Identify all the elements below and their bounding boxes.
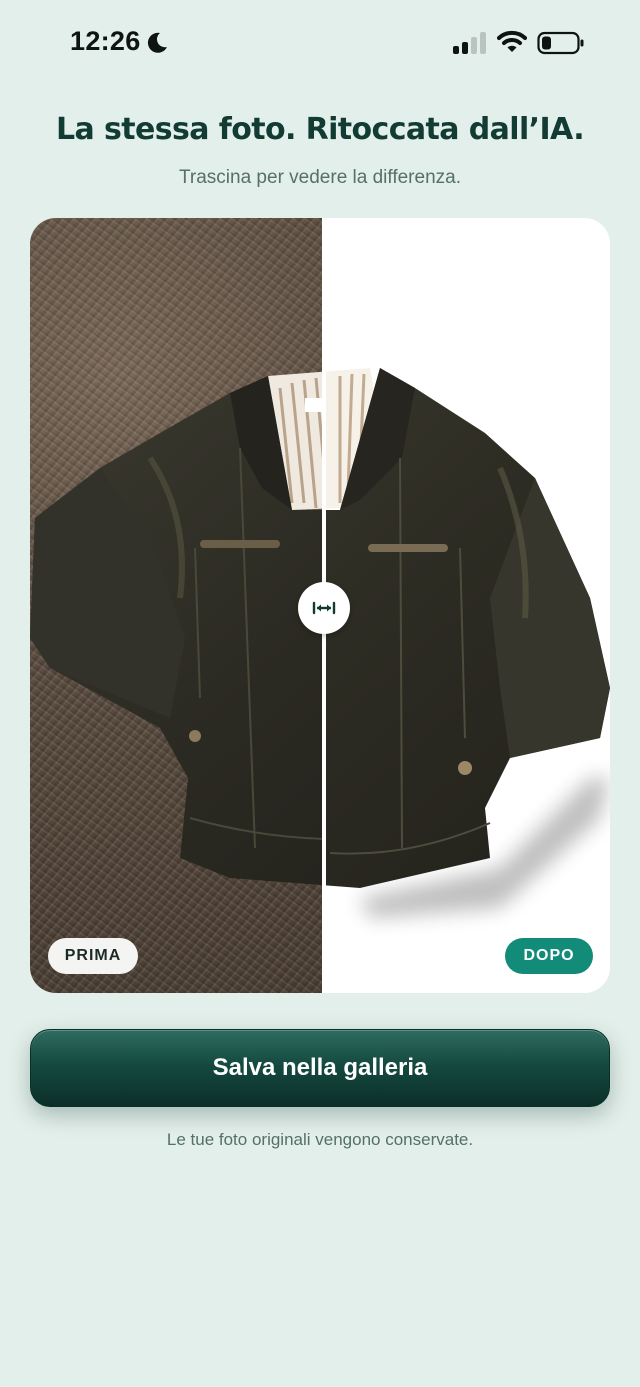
before-badge: PRIMA [48,938,138,974]
jacket-before-image [30,371,324,886]
after-photo [324,218,610,993]
save-to-gallery-button[interactable]: Salva nella galleria [30,1029,610,1107]
status-time: 12:26 [70,26,141,56]
before-after-comparison[interactable]: PRIMA DOPO [30,218,610,993]
moon-icon [147,32,167,53]
originals-kept-note: Le tue foto originali vengono conservate… [166,1130,474,1149]
wifi-icon [497,30,527,52]
jacket-after-image [324,368,610,918]
after-badge: DOPO [505,938,593,974]
signal-icon [453,32,486,54]
page-title: La stessa foto. Ritoccata dall’IA. [56,112,585,147]
page-subtitle: Trascina per vedere la differenza. [179,167,461,188]
before-photo [30,218,324,993]
comparison-slider-handle[interactable] [298,582,350,634]
battery-icon [537,31,584,55]
horizontal-arrows-icon [312,601,336,615]
status-bar: 12:26 [0,0,640,90]
